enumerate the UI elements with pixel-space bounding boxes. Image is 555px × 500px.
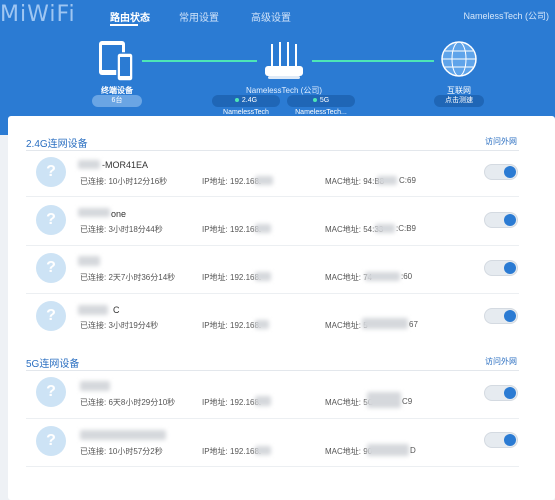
redacted-ip <box>255 272 271 281</box>
redacted-name <box>78 305 108 315</box>
ssid-24g-badge: 2.4G NamelessTech <box>212 95 280 116</box>
status-dot-icon <box>234 98 239 103</box>
divider <box>26 466 519 467</box>
ip-address: IP地址: 192.168. <box>202 273 262 282</box>
device-avatar: ? <box>36 301 66 331</box>
redacted-name <box>80 430 166 440</box>
device-avatar: ? <box>36 253 66 283</box>
ip-address: IP地址: 192.168. <box>202 225 262 234</box>
section-title-5g: 5G连网设备 <box>26 359 80 370</box>
redacted-name <box>80 381 110 391</box>
toggle-knob <box>504 387 516 399</box>
router-icon <box>265 42 303 79</box>
internet-access-toggle[interactable] <box>484 164 518 180</box>
redacted-mac <box>367 392 401 408</box>
mac-address: MAC地址: 94:B8 <box>325 177 385 186</box>
redacted-name <box>78 208 110 217</box>
panel-pointer <box>112 127 128 135</box>
redacted-mac <box>362 318 408 329</box>
internet-access-toggle[interactable] <box>484 432 518 448</box>
divider <box>26 418 519 419</box>
device-name: one <box>111 209 127 219</box>
toggle-knob <box>504 434 516 446</box>
device-avatar: ? <box>36 426 66 456</box>
globe-icon[interactable] <box>440 40 478 78</box>
divider <box>26 293 519 294</box>
tab-common-settings[interactable]: 常用设置 <box>179 9 219 24</box>
internet-access-toggle[interactable] <box>484 212 518 228</box>
redacted-ip <box>255 224 271 233</box>
connected-time: 已连接: 10小时57分2秒 <box>80 447 163 456</box>
redacted-ip <box>255 320 269 329</box>
divider <box>26 196 519 197</box>
tab-router-status[interactable]: 路由状态 <box>110 9 150 24</box>
ip-address: IP地址: 192.168. <box>202 177 262 186</box>
internet-access-header-5g: 访问外网 <box>485 357 517 366</box>
mac-address: MAC地址: 90 <box>325 447 373 456</box>
internet-access-toggle[interactable] <box>484 385 518 401</box>
connected-time: 已连接: 10小时12分16秒 <box>80 177 168 186</box>
device-name: C <box>113 305 120 315</box>
divider <box>26 370 519 371</box>
ssid-5g-label: 5G NamelessTech... <box>295 97 347 116</box>
connected-time: 已连接: 6天8小时29分10秒 <box>80 398 176 407</box>
device-name: -MOR41EA <box>102 160 149 170</box>
miwifi-logo: MiWiFi <box>0 2 76 27</box>
mac-tail: :60 <box>401 272 413 281</box>
redacted-name <box>78 160 100 169</box>
topology-link-left <box>142 60 257 62</box>
divider <box>26 245 519 246</box>
active-tab-underline <box>110 24 138 26</box>
redacted-ip <box>255 176 273 185</box>
mac-tail: D <box>410 446 416 455</box>
redacted-mac <box>367 444 409 456</box>
device-avatar: ? <box>36 157 66 187</box>
account-menu[interactable]: NamelessTech (公司) <box>463 9 549 22</box>
redacted-mac <box>365 272 400 281</box>
redacted-name <box>78 256 100 266</box>
ip-address: IP地址: 192.168. <box>202 447 262 456</box>
speed-test-button[interactable]: 点击测速 <box>434 95 484 107</box>
connected-time: 已连接: 3小时19分4秒 <box>80 321 159 330</box>
toggle-knob <box>504 166 516 178</box>
mac-tail: 67 <box>409 320 418 329</box>
mac-tail: C:69 <box>399 176 416 185</box>
toggle-knob <box>504 310 516 322</box>
redacted-ip <box>255 446 271 455</box>
connected-time: 已连接: 3小时18分44秒 <box>80 225 163 234</box>
mac-tail: C9 <box>402 397 413 406</box>
devices-count-badge: 6台 <box>92 95 142 107</box>
top-header: MiWiFi 路由状态 常用设置 高级设置 NamelessTech (公司) … <box>0 0 555 135</box>
toggle-knob <box>504 262 516 274</box>
device-avatar: ? <box>36 377 66 407</box>
ssid-24g-label: 2.4G NamelessTech <box>223 97 269 116</box>
status-dot-icon <box>312 98 317 103</box>
redacted-ip <box>255 396 271 406</box>
ssid-5g-badge: 5G NamelessTech... <box>287 95 355 116</box>
divider <box>26 150 519 151</box>
mac-tail: :C:B9 <box>396 224 417 233</box>
internet-access-toggle[interactable] <box>484 308 518 324</box>
ip-address: IP地址: 192.168. <box>202 321 262 330</box>
toggle-knob <box>504 214 516 226</box>
device-avatar: ? <box>36 205 66 235</box>
internet-access-toggle[interactable] <box>484 260 518 276</box>
redacted-mac <box>375 224 395 233</box>
internet-access-header-24g: 访问外网 <box>485 137 517 146</box>
tab-advanced-settings[interactable]: 高级设置 <box>251 9 291 24</box>
devices-icon[interactable] <box>97 39 137 83</box>
ip-address: IP地址: 192.168. <box>202 398 262 407</box>
redacted-mac <box>377 176 397 185</box>
section-title-24g: 2.4G连网设备 <box>26 139 88 150</box>
topology-link-right <box>312 60 434 62</box>
connected-time: 已连接: 2天7小时36分14秒 <box>80 273 176 282</box>
